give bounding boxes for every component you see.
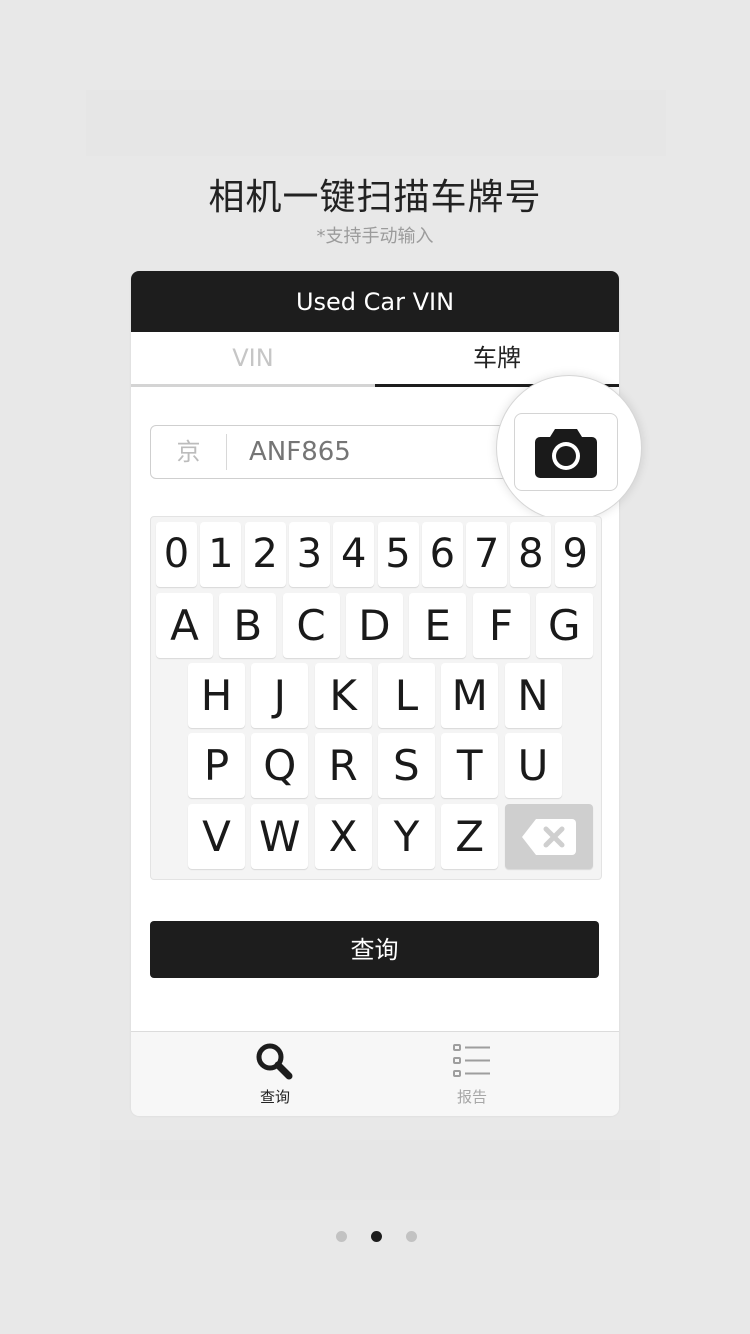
plate-input[interactable] bbox=[249, 426, 489, 478]
key-b[interactable]: B bbox=[219, 593, 277, 658]
nav-report[interactable]: 报告 bbox=[412, 1042, 532, 1107]
key-v[interactable]: V bbox=[188, 804, 245, 869]
key-2[interactable]: 2 bbox=[244, 522, 286, 587]
key-3[interactable]: 3 bbox=[288, 522, 330, 587]
pager-dot[interactable] bbox=[336, 1231, 347, 1242]
key-t[interactable]: T bbox=[441, 733, 499, 798]
nav-report-label: 报告 bbox=[456, 1088, 487, 1106]
key-f[interactable]: F bbox=[472, 593, 530, 658]
camera-highlight bbox=[496, 375, 642, 521]
key-a[interactable]: A bbox=[156, 593, 213, 658]
list-icon bbox=[453, 1044, 490, 1077]
bottom-nav: 查询 报告 bbox=[131, 1031, 619, 1116]
key-p[interactable]: P bbox=[188, 733, 245, 798]
key-d[interactable]: D bbox=[345, 593, 403, 658]
key-y[interactable]: Y bbox=[377, 804, 435, 869]
key-0[interactable]: 0 bbox=[156, 522, 197, 587]
key-h[interactable]: H bbox=[188, 663, 245, 728]
plate-keyboard: 0123456789 ABCDEFG HJKLMN PQRSTU VWXYZ bbox=[150, 516, 602, 880]
pager-dot[interactable] bbox=[406, 1231, 417, 1242]
backspace-icon bbox=[522, 818, 576, 855]
search-icon bbox=[256, 1043, 293, 1080]
camera-button[interactable] bbox=[514, 413, 618, 491]
bottom-band bbox=[100, 1140, 660, 1200]
key-e[interactable]: E bbox=[409, 593, 467, 658]
field-divider bbox=[226, 434, 227, 470]
key-m[interactable]: M bbox=[441, 663, 499, 728]
key-q[interactable]: Q bbox=[251, 733, 309, 798]
key-k[interactable]: K bbox=[314, 663, 372, 728]
key-9[interactable]: 9 bbox=[554, 522, 596, 587]
key-u[interactable]: U bbox=[504, 733, 562, 798]
tab-vin[interactable]: VIN bbox=[131, 332, 375, 387]
key-g[interactable]: G bbox=[535, 593, 593, 658]
key-r[interactable]: R bbox=[314, 733, 372, 798]
key-x[interactable]: X bbox=[314, 804, 372, 869]
camera-icon bbox=[535, 429, 597, 478]
key-7[interactable]: 7 bbox=[466, 522, 508, 587]
top-band bbox=[86, 90, 666, 156]
key-n[interactable]: N bbox=[504, 663, 562, 728]
query-button[interactable]: 查询 bbox=[150, 921, 599, 978]
key-5[interactable]: 5 bbox=[377, 522, 419, 587]
key-w[interactable]: W bbox=[251, 804, 309, 869]
province-selector[interactable]: 京 bbox=[151, 426, 226, 478]
page-subline: *支持手动输入 bbox=[316, 226, 434, 247]
key-j[interactable]: J bbox=[251, 663, 309, 728]
key-s[interactable]: S bbox=[377, 733, 435, 798]
nav-query-label: 查询 bbox=[259, 1088, 290, 1106]
nav-query[interactable]: 查询 bbox=[215, 1042, 335, 1107]
key-1[interactable]: 1 bbox=[200, 522, 242, 587]
key-6[interactable]: 6 bbox=[421, 522, 463, 587]
page-headline: 相机一键扫描车牌号 bbox=[208, 177, 542, 218]
key-4[interactable]: 4 bbox=[333, 522, 375, 587]
phone-mockup: Used Car VIN VIN 车牌 京 0123456789ABCDEFGH… bbox=[131, 271, 642, 1116]
pager-dot[interactable] bbox=[371, 1231, 382, 1242]
key-z[interactable]: Z bbox=[441, 804, 499, 869]
app-title: Used Car VIN bbox=[131, 271, 619, 332]
delete-key[interactable] bbox=[505, 804, 593, 869]
key-8[interactable]: 8 bbox=[510, 522, 552, 587]
key-l[interactable]: L bbox=[377, 663, 435, 728]
key-c[interactable]: C bbox=[282, 593, 340, 658]
